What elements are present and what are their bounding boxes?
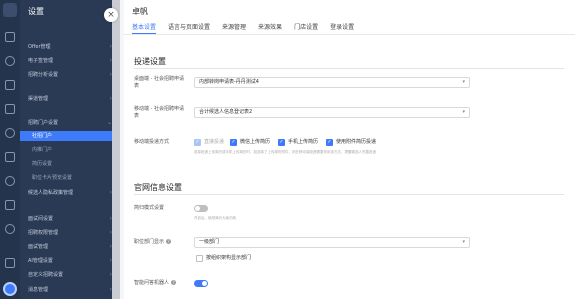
dept-display-value: 一级部门 (199, 239, 220, 245)
app-logo[interactable] (3, 3, 17, 17)
sidebar-item[interactable]: AI管理设置 › (20, 256, 120, 266)
sidebar-item[interactable]: 招聘权限管理 › (20, 228, 120, 238)
close-sidebar-button[interactable]: × (104, 8, 118, 22)
sidebar-item-label: 候选人隐私政策管理 (28, 190, 74, 196)
main-panel: 卓帆 基本设置 语言与页面设置 来源管理 来源效果 门店设置 登录设置 投递设置 桌面端 … (124, 0, 575, 299)
tab-bar: 基本设置 语言与页面设置 来源管理 来源效果 门店设置 登录设置 (132, 22, 366, 34)
sidebar-item[interactable]: 候选人隐私政策管理 › (20, 188, 120, 198)
clock-icon[interactable] (5, 176, 15, 186)
sidebar-item-label: 电子签管理 (28, 58, 54, 64)
site-section-title: 官网信息设置 (134, 183, 182, 192)
sidebar-scrollbar[interactable] (112, 0, 120, 299)
sidebar-item-label: 招聘权限管理 (28, 230, 59, 236)
tab-basic[interactable]: 基本设置 (132, 22, 157, 34)
dept-display-label: 职位部门显示? (134, 239, 172, 246)
chevron-down-icon: ▾ (462, 79, 465, 85)
tab-login[interactable]: 登录设置 (330, 22, 354, 34)
tab-store[interactable]: 门店设置 (294, 22, 318, 34)
sidebar-item[interactable]: 面试管理 › (20, 242, 120, 252)
tab-language[interactable]: 语言与页面设置 (168, 22, 210, 34)
phone-upload-checkbox[interactable]: ✓ (278, 139, 285, 146)
sidebar-item[interactable]: 面试间设置 › (20, 214, 120, 224)
sidebar-item[interactable]: 消息管理 › (20, 285, 120, 295)
sidebar-item-label: 简历设置 (32, 161, 53, 167)
simple-mode-label: 简归模式设置 (134, 205, 165, 211)
mobile-form-label: 移动端 - 社会招聘申请表 (134, 106, 184, 119)
simple-mode-toggle[interactable] (194, 205, 208, 212)
delivery-hint: 选择投递上传简历或手机上传简历时，如选择了上传简历附件，则在移动端投递需要采用该… (194, 150, 376, 154)
folder-icon[interactable] (5, 152, 15, 162)
sidebar-title: 设置 (28, 7, 44, 16)
chat-icon[interactable] (5, 224, 15, 234)
sidebar-subitem[interactable]: 简历设置 (20, 159, 120, 169)
desktop-form-select[interactable]: 内部转岗申请表-丹丹测试4 ▾ (194, 77, 470, 88)
sidebar-item[interactable]: 招聘分析设置 › (20, 70, 120, 80)
calendar-icon[interactable] (5, 80, 15, 90)
mail-icon[interactable] (5, 200, 15, 210)
document-icon[interactable] (5, 104, 15, 114)
sidebar-subitem[interactable]: 职位卡片预览设置 (20, 173, 120, 183)
sidebar-item[interactable]: Offer管理 › (20, 42, 120, 52)
sidebar-item[interactable]: 招聘门户设置 ⌄ (20, 118, 120, 128)
chatbot-label: 智能问答机器人? (134, 280, 177, 287)
chatbot-toggle[interactable] (194, 280, 208, 287)
dept-display-select[interactable]: 一级部门 ▾ (194, 237, 470, 248)
sidebar-item-label: 面试间设置 (28, 216, 54, 222)
simple-mode-hint: 开启后，使用简约大版归纳 (194, 216, 236, 220)
sidebar-item-label: 渠道管理 (28, 96, 49, 102)
sidebar-subitem[interactable]: 内推门户 (20, 145, 120, 155)
mobile-form-select[interactable]: 合计候选人信息登记表2 ▾ (194, 107, 470, 118)
home-icon[interactable] (5, 32, 15, 42)
sidebar-item-label: 面试管理 (28, 244, 49, 250)
app-icon-rail (0, 0, 20, 299)
chart-icon[interactable] (5, 128, 15, 138)
wechat-upload-checkbox[interactable]: ✓ (230, 139, 237, 146)
org-structure-label: 按组织架构显示部门 (206, 255, 252, 261)
sidebar-item[interactable]: 渠道管理 › (20, 94, 120, 104)
settings-gear-icon[interactable] (3, 282, 17, 296)
help-icon[interactable]: ? (166, 239, 172, 244)
sidebar-item-label: AI管理设置 (28, 258, 53, 264)
page-title: 卓帆 (132, 7, 148, 16)
phone-upload-label: 手机上传简历 (288, 139, 319, 145)
sidebar-item-label: 社招门户 (32, 133, 53, 139)
chevron-down-icon: ▾ (462, 109, 465, 115)
tab-divider (124, 34, 575, 35)
chatbot-text: 智能问答机器人 (134, 280, 170, 286)
settings-sidebar: 设置 Offer管理 › 电子签管理 › 招聘分析设置 › 渠道管理 › 招聘门户设置 ⌄ 社招门户… (20, 0, 120, 299)
dept-display-text: 职位部门显示 (134, 239, 165, 245)
attachment-delivery-label: 使用附件简历投递 (336, 139, 377, 145)
direct-delivery-checkbox[interactable]: ✓ (194, 139, 201, 146)
sidebar-item-label: 招聘分析设置 (28, 72, 59, 78)
section-divider (134, 194, 564, 195)
delivery-method-label: 移动端投递方式 (134, 139, 170, 145)
tab-source-effect[interactable]: 来源效果 (258, 22, 282, 34)
wechat-upload-label: 微信上传简历 (240, 139, 271, 145)
delivery-section-title: 投递设置 (134, 57, 166, 66)
chevron-down-icon: ▾ (462, 239, 465, 245)
org-structure-checkbox[interactable] (196, 255, 203, 262)
sidebar-item-label: 自定义招聘设置 (28, 272, 64, 278)
people-icon[interactable] (5, 56, 15, 66)
mobile-form-value: 合计候选人信息登记表2 (199, 109, 253, 115)
sidebar-item-label: 内推门户 (32, 147, 53, 153)
sidebar-item[interactable]: 电子签管理 › (20, 56, 120, 66)
attachment-delivery-checkbox[interactable]: ✓ (326, 139, 333, 146)
desktop-form-label: 桌面端 - 社会招聘申请表 (134, 76, 184, 89)
help-icon[interactable]: ? (171, 280, 177, 285)
sidebar-subitem[interactable]: 社招门户 (20, 131, 120, 141)
desktop-form-value: 内部转岗申请表-丹丹测试4 (199, 79, 259, 85)
tab-source[interactable]: 来源管理 (222, 22, 246, 34)
sidebar-item-label: Offer管理 (28, 44, 51, 50)
bell-icon[interactable] (5, 258, 15, 268)
sidebar-item[interactable]: 自定义招聘设置 › (20, 270, 120, 280)
direct-delivery-label: 直接投递 (204, 139, 225, 145)
sidebar-item-label: 职位卡片预览设置 (32, 175, 73, 181)
sidebar-item-label: 消息管理 (28, 287, 49, 293)
sidebar-item-label: 招聘门户设置 (28, 120, 59, 126)
section-divider (134, 68, 564, 69)
